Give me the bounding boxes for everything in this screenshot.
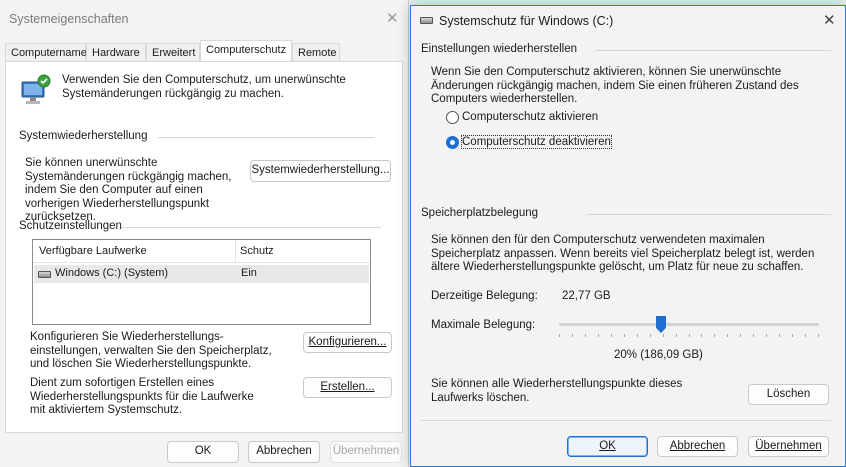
slider-tick [740,334,741,337]
drive-icon [38,271,51,278]
create-button[interactable]: Erstellen... [303,377,392,398]
dialog-divider [421,420,831,421]
radio-enable[interactable] [446,111,459,124]
slider-tick [689,334,690,337]
system-protection-dialog: Systemschutz für Windows (C:) ✕ Einstell… [410,5,846,467]
configure-button[interactable]: Konfigurieren... [303,332,392,353]
system-restore-icon [20,73,54,107]
drives-table: Verfügbare Laufwerke Schutz Windows (C:)… [32,239,371,325]
system-restore-button[interactable]: Systemwiederherstellung... [250,160,391,182]
cancel-label: Abbrechen [669,440,726,452]
slider-tick [701,334,702,337]
slider-tick [805,334,806,337]
system-properties-window: Systemeigenschaften ✕ Computername Hardw… [0,0,409,467]
tab-computerschutz[interactable]: Computerschutz [200,40,292,63]
apply-label: Übernehmen [755,440,822,452]
tab-hardware[interactable]: Hardware [86,43,146,62]
slider-tick [676,334,677,337]
disk-usage-description: Sie können den für den Computerschutz ve… [431,234,815,273]
tab-remote[interactable]: Remote [292,43,340,62]
tab-erweitert[interactable]: Erweitert [146,43,200,62]
ok-button[interactable]: OK [567,436,648,457]
slider-tick [637,334,638,337]
intro-text: Verwenden Sie den Computerschutz, um une… [62,74,346,100]
slider-tick [559,334,560,337]
current-usage-value: 22,77 GB [562,290,611,302]
configure-description: Konfigurieren Sie Wiederherstellungs-ein… [30,331,272,370]
delete-button[interactable]: Löschen [748,384,829,405]
radio-disable[interactable] [446,136,459,149]
dialog-titlebar: Systemschutz für Windows (C:) ✕ [411,6,845,35]
current-usage-label: Derzeitige Belegung: [431,290,538,302]
slider-tick [766,334,767,337]
slider-thumb[interactable] [656,316,666,333]
slider-tick [624,334,625,337]
ok-label: OK [599,440,616,452]
restore-settings-label: Einstellungen wiederherstellen [421,43,577,55]
group-divider [587,214,831,215]
protection-group-label: Schutzeinstellungen [19,220,122,232]
tab-computername[interactable]: Computername [5,43,87,62]
ok-button[interactable]: OK [167,441,239,463]
restore-description: Sie können unerwünschte Systemänderungen… [25,157,232,223]
delete-description: Sie können alle Wiederherstellungspunkte… [431,378,683,404]
drive-icon [420,17,433,24]
drive-protection: Ein [241,267,257,279]
apply-button[interactable]: Übernehmen [330,441,402,463]
close-icon[interactable]: ✕ [386,9,399,27]
configure-label: Konfigurieren... [308,336,387,348]
group-divider [121,227,381,228]
slider-tick [818,334,819,337]
max-usage-value: 20% (186,09 GB) [614,349,703,361]
create-description: Dient zum sofortigen Erstellen eines Wie… [30,377,254,416]
slider-tick [650,334,651,337]
cancel-button[interactable]: Abbrechen [657,436,738,457]
group-divider [595,50,831,51]
column-header-drives[interactable]: Verfügbare Laufwerke [39,245,147,257]
max-usage-slider[interactable] [559,316,819,346]
cancel-button[interactable]: Abbrechen [248,441,320,463]
slider-tick [585,334,586,337]
close-icon[interactable]: ✕ [823,11,836,29]
table-row[interactable]: Windows (C:) (System) Ein [34,265,369,283]
slider-track [559,323,819,326]
slider-tick [727,334,728,337]
radio-disable-label[interactable]: Computerschutz deaktivieren [461,135,612,149]
group-divider [158,137,374,138]
slider-tick [611,334,612,337]
max-usage-label: Maximale Belegung: [431,319,536,331]
restore-settings-description: Wenn Sie den Computerschutz aktivieren, … [431,66,799,105]
slider-tick [714,334,715,337]
column-separator [235,240,236,263]
dialog-title: Systemschutz für Windows (C:) [439,14,614,28]
slider-tick [753,334,754,337]
slider-tick [598,334,599,337]
window-title: Systemeigenschaften [9,12,129,26]
slider-tick [792,334,793,337]
column-header-protection[interactable]: Schutz [240,245,274,257]
drive-name: Windows (C:) (System) [55,267,169,279]
table-header: Verfügbare Laufwerke Schutz [33,240,370,263]
apply-button[interactable]: Übernehmen [748,436,829,457]
radio-enable-label[interactable]: Computerschutz aktivieren [462,111,598,123]
create-label: Erstellen... [320,381,375,393]
slider-tick [779,334,780,337]
disk-usage-label: Speicherplatzbelegung [421,207,539,219]
restore-group-label: Systemwiederherstellung [19,130,148,142]
slider-tick [663,334,664,337]
slider-tick [572,334,573,337]
